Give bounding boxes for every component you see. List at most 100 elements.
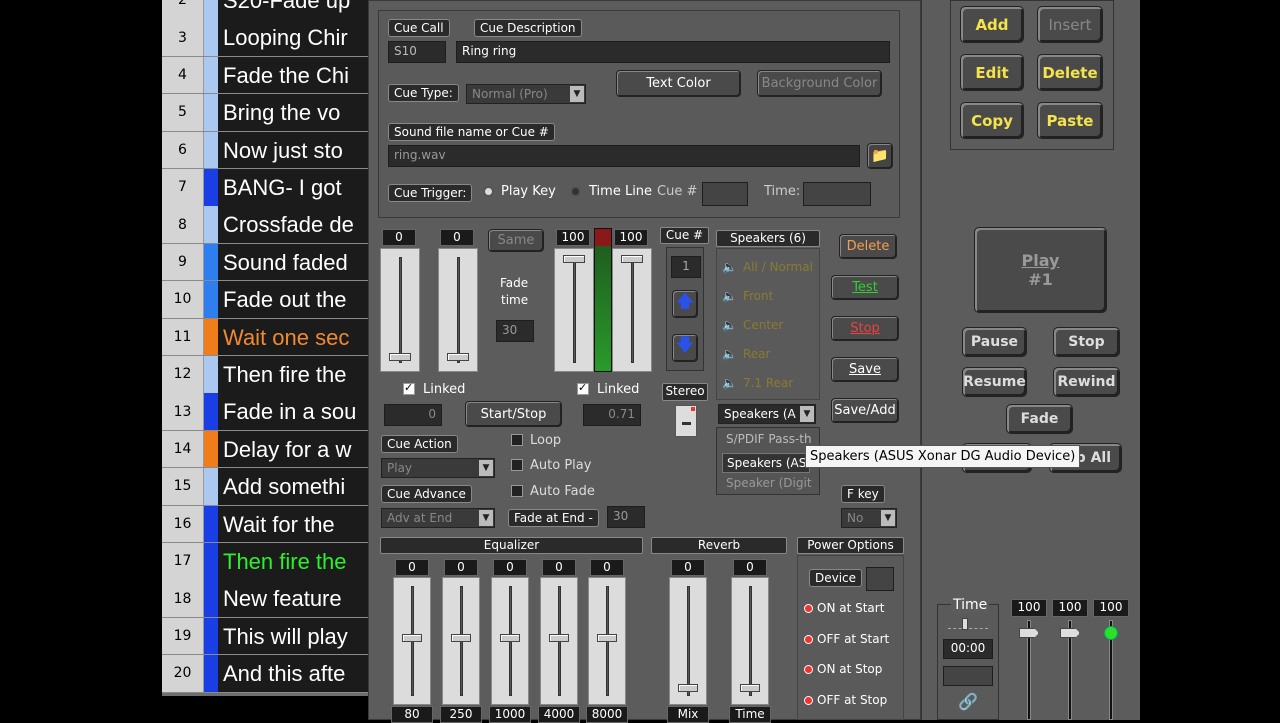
pause-button[interactable]: Pause: [962, 327, 1027, 357]
rewind-button[interactable]: Rewind: [1053, 367, 1120, 397]
cue-call-input[interactable]: S10: [388, 41, 446, 63]
cue-row[interactable]: 11 Wait one sec: [162, 318, 368, 357]
cue-row[interactable]: 20 And this afte: [162, 655, 368, 693]
speaker-item[interactable]: 🔈 Front: [722, 289, 773, 303]
link-icon[interactable]: 🔗: [958, 692, 978, 711]
delete-button[interactable]: Delete: [1037, 54, 1103, 91]
insert-cue-button[interactable]: Insert: [1037, 6, 1103, 43]
delete-cue-button[interactable]: Delete: [839, 234, 897, 259]
resume-button[interactable]: Resume: [962, 367, 1027, 397]
left-volume-b-slider[interactable]: [438, 248, 478, 372]
eq-slider[interactable]: [540, 577, 578, 705]
stop-button[interactable]: Stop: [1053, 327, 1120, 357]
power-option[interactable]: ON at Stop: [804, 662, 882, 676]
trigger-cue-num-input[interactable]: [702, 182, 748, 206]
cue-advance-select[interactable]: Adv at End ▼: [381, 508, 495, 528]
reverb-slider[interactable]: [669, 577, 707, 705]
speaker-item[interactable]: 🔈 7.1 Rear: [722, 376, 793, 390]
device-option-2[interactable]: Speakers (AS: [722, 453, 810, 473]
add-cue-button[interactable]: Add: [960, 6, 1024, 43]
start-stop-button[interactable]: Start/Stop: [465, 401, 562, 427]
cue-row[interactable]: 13 Fade in a sou: [162, 393, 368, 431]
reverb-slider[interactable]: [731, 577, 769, 705]
cue-row[interactable]: 16 Wait for the: [162, 505, 368, 544]
speakers-device-select[interactable]: Speakers (A ▼: [718, 404, 816, 424]
copy-cue-button[interactable]: Copy: [960, 102, 1024, 139]
cue-text: Bring the vo: [218, 94, 368, 131]
stereo-toggle[interactable]: [675, 405, 697, 437]
fade-time-input[interactable]: 30: [496, 320, 534, 342]
cue-row[interactable]: 19 This will play: [162, 617, 368, 656]
sound-file-input[interactable]: ring.wav: [388, 145, 860, 167]
cue-row[interactable]: 15 Add somethi: [162, 468, 368, 506]
master-slider[interactable]: [1099, 620, 1125, 720]
auto-play-checkbox[interactable]: [511, 459, 523, 471]
paste-cue-button[interactable]: Paste: [1037, 102, 1103, 139]
left-volume-a-slider[interactable]: [380, 248, 420, 372]
cue-row[interactable]: 6 Now just sto: [162, 131, 368, 170]
cue-row[interactable]: 17 Then fire the: [162, 543, 368, 581]
auto-fade-checkbox[interactable]: [511, 485, 523, 497]
cue-row[interactable]: 8 Crossfade de: [162, 206, 368, 244]
save-add-button[interactable]: Save/Add: [831, 398, 899, 423]
stop-test-button[interactable]: Stop: [831, 316, 899, 341]
time-line-radio[interactable]: [570, 186, 581, 197]
linked-right-checkbox[interactable]: [577, 381, 589, 395]
time-slider[interactable]: [948, 618, 988, 630]
play-key-radio[interactable]: [483, 186, 494, 197]
speaker-item[interactable]: 🔈 Center: [722, 318, 783, 332]
cue-row[interactable]: 2 S20-Fade up: [162, 0, 368, 20]
left-volume-input[interactable]: 0: [384, 404, 442, 426]
background-color-button[interactable]: Background Color: [757, 70, 882, 97]
cue-row[interactable]: 9 Sound faded: [162, 243, 368, 282]
same-button[interactable]: Same: [488, 229, 544, 252]
cue-row[interactable]: 18 New feature: [162, 580, 368, 618]
time-input[interactable]: [943, 666, 993, 686]
arrow-up-icon[interactable]: 🡅: [672, 290, 698, 318]
cue-type-select[interactable]: Normal (Pro) ▼: [466, 84, 586, 104]
cue-row[interactable]: 7 BANG- I got: [162, 169, 368, 207]
power-option[interactable]: OFF at Stop: [804, 693, 887, 707]
save-button[interactable]: Save: [831, 357, 899, 382]
power-option[interactable]: OFF at Start: [804, 632, 889, 646]
speaker-item[interactable]: 🔈 All / Normal: [722, 260, 813, 274]
power-option-label: ON at Start: [817, 601, 885, 615]
power-device-input[interactable]: [866, 567, 894, 591]
cue-row[interactable]: 14 Delay for a w: [162, 430, 368, 469]
cue-row[interactable]: 3 Looping Chir: [162, 19, 368, 57]
play-button[interactable]: Play #1: [974, 227, 1107, 313]
cue-number-input[interactable]: 1: [671, 256, 701, 278]
fade-at-end-input[interactable]: 30: [607, 506, 645, 528]
fade-button[interactable]: Fade: [1006, 404, 1073, 434]
eq-slider[interactable]: [491, 577, 529, 705]
cue-row[interactable]: 4 Fade the Chi: [162, 56, 368, 95]
eq-slider[interactable]: [442, 577, 480, 705]
cue-text: Then fire the: [218, 356, 368, 393]
text-color-button[interactable]: Text Color: [616, 70, 741, 97]
edit-cue-button[interactable]: Edit: [960, 54, 1024, 91]
cue-row[interactable]: 5 Bring the vo: [162, 94, 368, 132]
eq-slider[interactable]: [588, 577, 626, 705]
arrow-down-icon[interactable]: 🡇: [672, 334, 698, 362]
right-volume-a-slider[interactable]: [554, 248, 594, 372]
cue-row[interactable]: 10 Fade out the: [162, 281, 368, 319]
eq-slider[interactable]: [393, 577, 431, 705]
right-volume-b-slider[interactable]: [612, 248, 652, 372]
power-option[interactable]: ON at Start: [804, 601, 884, 615]
device-option-3[interactable]: Speaker (Digit: [726, 476, 812, 490]
cue-text: Fade the Chi: [218, 56, 368, 94]
cue-row[interactable]: 12 Then fire the: [162, 356, 368, 394]
loop-checkbox[interactable]: [511, 434, 523, 446]
right-volume-input[interactable]: 0.71: [583, 404, 641, 426]
master-slider[interactable]: [1017, 620, 1043, 720]
speaker-item[interactable]: 🔈 Rear: [722, 347, 770, 361]
cue-description-input[interactable]: Ring ring: [456, 41, 890, 63]
cue-action-select[interactable]: Play ▼: [381, 458, 495, 478]
folder-icon[interactable]: 📁: [867, 143, 893, 169]
f-key-select[interactable]: No ▼: [841, 508, 897, 528]
test-button[interactable]: Test: [831, 275, 899, 300]
trigger-time-input[interactable]: [803, 182, 871, 206]
device-option-1[interactable]: S/PDIF Pass-th: [726, 432, 812, 446]
master-slider[interactable]: [1058, 620, 1084, 720]
linked-left-checkbox[interactable]: [403, 381, 415, 395]
